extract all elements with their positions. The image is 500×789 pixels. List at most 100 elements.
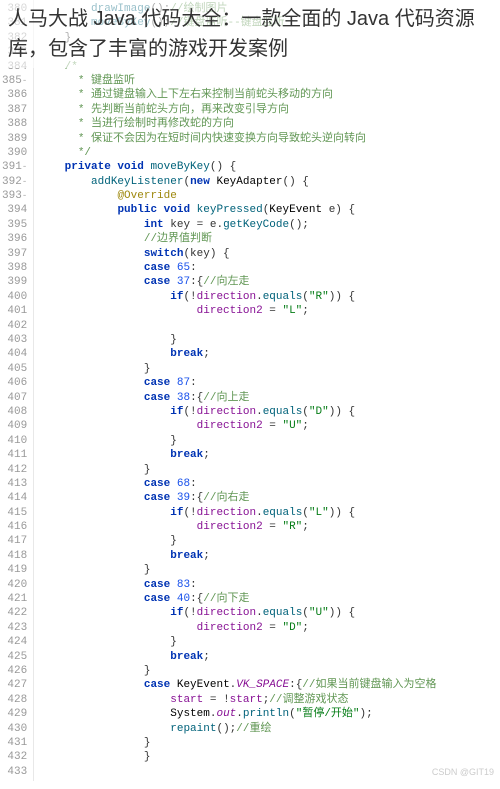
code-line: break; bbox=[38, 650, 500, 664]
watermark: CSDN @GIT19 bbox=[432, 767, 494, 777]
line-number: 380 bbox=[2, 2, 27, 16]
code-line: if(!direction.equals("R")) { bbox=[38, 290, 500, 304]
line-number: 411 bbox=[2, 448, 27, 462]
line-number: 401 bbox=[2, 304, 27, 318]
line-number: 428 bbox=[2, 693, 27, 707]
line-number: 391- bbox=[2, 160, 27, 174]
line-number: 408 bbox=[2, 405, 27, 419]
code-line: } bbox=[38, 750, 500, 764]
code-line: } bbox=[38, 333, 500, 347]
code-line: start = !start;//调整游戏状态 bbox=[38, 693, 500, 707]
code-line: if(!direction.equals("L")) { bbox=[38, 506, 500, 520]
code-line: * 当进行绘制时再修改蛇的方向 bbox=[38, 117, 500, 131]
code-line: addKeyListener(new KeyAdapter() { bbox=[38, 175, 500, 189]
line-number: 433 bbox=[2, 765, 27, 779]
line-number: 426 bbox=[2, 664, 27, 678]
line-number: 385- bbox=[2, 74, 27, 88]
line-number: 424 bbox=[2, 635, 27, 649]
code-line: if(!direction.equals("U")) { bbox=[38, 606, 500, 620]
line-number: 410 bbox=[2, 434, 27, 448]
code-line: direction2 = "U"; bbox=[38, 419, 500, 433]
code-line: * 通过键盘输入上下左右来控制当前蛇头移动的方向 bbox=[38, 88, 500, 102]
code-line: * 保证不会因为在短时间内快速变换方向导致蛇头逆向转向 bbox=[38, 132, 500, 146]
code-line: } bbox=[38, 434, 500, 448]
code-line: direction2 = "L"; bbox=[38, 304, 500, 318]
line-number: 404 bbox=[2, 347, 27, 361]
code-line: repaint();//重绘 bbox=[38, 722, 500, 736]
line-number: 417 bbox=[2, 534, 27, 548]
line-number: 421 bbox=[2, 592, 27, 606]
line-number: 429 bbox=[2, 707, 27, 721]
code-line: case 83: bbox=[38, 578, 500, 592]
line-number: 427 bbox=[2, 678, 27, 692]
line-number: 384 bbox=[2, 60, 27, 74]
code-line: case 68: bbox=[38, 477, 500, 491]
code-line: case 87: bbox=[38, 376, 500, 390]
line-number: 397 bbox=[2, 247, 27, 261]
code-line: @Override bbox=[38, 189, 500, 203]
line-number: 386 bbox=[2, 88, 27, 102]
code-line: } bbox=[38, 664, 500, 678]
line-number: 388 bbox=[2, 117, 27, 131]
line-number: 382 bbox=[2, 31, 27, 45]
line-number: 402 bbox=[2, 319, 27, 333]
line-number: 405 bbox=[2, 362, 27, 376]
code-line: //边界值判断 bbox=[38, 232, 500, 246]
line-number: 406 bbox=[2, 376, 27, 390]
line-number: 389 bbox=[2, 132, 27, 146]
line-number: 394 bbox=[2, 203, 27, 217]
code-line: } bbox=[38, 635, 500, 649]
line-number: 415 bbox=[2, 506, 27, 520]
code-line bbox=[38, 319, 500, 333]
line-number: 412 bbox=[2, 463, 27, 477]
line-number: 432 bbox=[2, 750, 27, 764]
line-number: 431 bbox=[2, 736, 27, 750]
code-line: int key = e.getKeyCode(); bbox=[38, 218, 500, 232]
line-number: 396 bbox=[2, 232, 27, 246]
line-number: 416 bbox=[2, 520, 27, 534]
code-line: public void keyPressed(KeyEvent e) { bbox=[38, 203, 500, 217]
code-line: switch(key) { bbox=[38, 247, 500, 261]
line-number: 387 bbox=[2, 103, 27, 117]
code-line: break; bbox=[38, 448, 500, 462]
code-line bbox=[38, 765, 500, 779]
code-line: } bbox=[38, 463, 500, 477]
line-number: 400 bbox=[2, 290, 27, 304]
code-line: private void moveByKey() { bbox=[38, 160, 500, 174]
line-number: 392- bbox=[2, 175, 27, 189]
line-number: 390 bbox=[2, 146, 27, 160]
line-number: 413 bbox=[2, 477, 27, 491]
code-line: break; bbox=[38, 549, 500, 563]
code-line: */ bbox=[38, 146, 500, 160]
line-number: 381 bbox=[2, 16, 27, 30]
line-number: 383 bbox=[2, 45, 27, 59]
code-block: 380381382383384385-386387388389390391-39… bbox=[0, 0, 500, 781]
line-number: 422 bbox=[2, 606, 27, 620]
line-number: 407 bbox=[2, 391, 27, 405]
code-line: } bbox=[38, 534, 500, 548]
line-number: 403 bbox=[2, 333, 27, 347]
code-line: break; bbox=[38, 347, 500, 361]
line-number: 419 bbox=[2, 563, 27, 577]
line-number: 420 bbox=[2, 578, 27, 592]
code-line: * 先判断当前蛇头方向，再来改变引导方向 bbox=[38, 103, 500, 117]
code-line: moveByKey();//键盘监听--键盘监听 bbox=[38, 16, 500, 30]
line-number: 414 bbox=[2, 491, 27, 505]
code-content: drawImage();//绘制图片 moveByKey();//键盘监听--键… bbox=[34, 0, 500, 781]
code-line: direction2 = "R"; bbox=[38, 520, 500, 534]
line-number: 409 bbox=[2, 419, 27, 433]
code-line: case 38:{//向上走 bbox=[38, 391, 500, 405]
code-line: case KeyEvent.VK_SPACE:{//如果当前键盘输入为空格 bbox=[38, 678, 500, 692]
line-number: 393- bbox=[2, 189, 27, 203]
code-line: drawImage();//绘制图片 bbox=[38, 2, 500, 16]
line-number: 395 bbox=[2, 218, 27, 232]
line-number: 425 bbox=[2, 650, 27, 664]
code-line: direction2 = "D"; bbox=[38, 621, 500, 635]
code-line bbox=[38, 45, 500, 59]
code-line: case 37:{//向左走 bbox=[38, 275, 500, 289]
code-line: /* bbox=[38, 60, 500, 74]
code-line: } bbox=[38, 362, 500, 376]
line-number: 398 bbox=[2, 261, 27, 275]
line-number: 423 bbox=[2, 621, 27, 635]
line-numbers: 380381382383384385-386387388389390391-39… bbox=[0, 0, 34, 781]
